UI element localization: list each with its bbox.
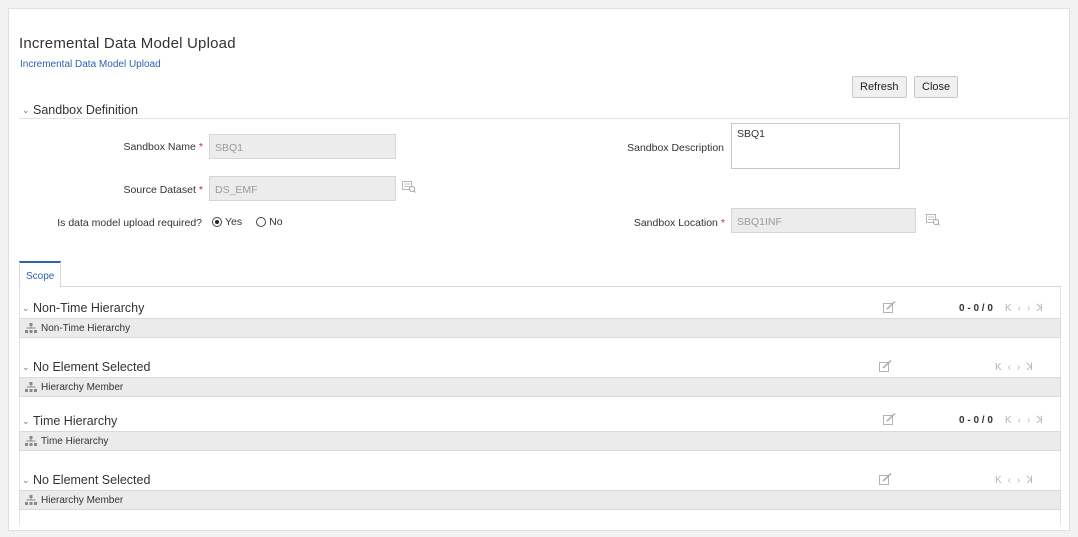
required-marker: * [198,141,203,153]
page-count: 0 - 0 / 0 [959,415,993,426]
non-time-hierarchy-header[interactable]: ⌄ Non-Time Hierarchy [22,301,144,315]
last-page-icon[interactable]: ꓘ [1026,475,1033,486]
first-page-icon[interactable]: K [995,362,1002,373]
required-marker: * [720,217,725,229]
row-label: Non-Time Hierarchy [41,322,131,334]
yes-radio[interactable] [212,217,222,227]
source-dataset-label: Source Dataset * [69,184,203,196]
no-element-selected-header[interactable]: ⌄ No Element Selected [22,360,150,374]
chevron-down-icon: ⌄ [22,104,30,115]
divider [19,118,1069,119]
section-title: Sandbox Definition [33,103,138,117]
page-title: Incremental Data Model Upload [19,35,236,52]
hierarchy-tree-icon [25,495,37,505]
lookup-icon[interactable] [926,214,940,226]
row-label: Time Hierarchy [41,435,109,447]
sandbox-location-field[interactable]: SBQ1INF [731,208,916,233]
first-page-icon[interactable]: K [1005,303,1012,314]
next-page-icon[interactable]: › [1017,475,1020,486]
hierarchy-row[interactable]: Time Hierarchy [19,431,1061,451]
next-page-icon[interactable]: › [1027,415,1030,426]
chevron-down-icon: ⌄ [22,415,30,426]
hierarchy-tree-icon [25,323,37,333]
first-page-icon[interactable]: K [1005,415,1012,426]
first-page-icon[interactable]: K [995,475,1002,486]
last-page-icon[interactable]: ꓘ [1026,362,1033,373]
hierarchy-row[interactable]: Hierarchy Member [19,377,1061,397]
lookup-icon[interactable] [402,181,416,193]
time-hierarchy-header[interactable]: ⌄ Time Hierarchy [22,414,117,428]
chevron-down-icon: ⌄ [22,361,30,372]
edit-icon[interactable] [879,473,892,485]
main-panel: Incremental Data Model Upload Incrementa… [8,8,1070,531]
hierarchy-title: Non-Time Hierarchy [33,301,145,315]
prev-page-icon[interactable]: ‹ [1018,303,1021,314]
row-label: Hierarchy Member [41,494,124,506]
sandbox-description-label: Sandbox Description [627,142,724,154]
hierarchy-title: No Element Selected [33,473,151,487]
hierarchy-title: No Element Selected [33,360,151,374]
source-dataset-field[interactable]: DS_EMF [209,176,396,201]
label-text: Source Dataset [123,184,196,196]
no-radio-label: No [269,216,283,228]
hierarchy-row[interactable]: Hierarchy Member [19,490,1061,510]
sandbox-location-label: Sandbox Location * [599,217,725,229]
pagination: 0 - 0 / 0 K ‹ › ꓘ [959,415,1043,426]
chevron-down-icon: ⌄ [22,474,30,485]
next-page-icon[interactable]: › [1017,362,1020,373]
upload-required-label: Is data model upload required? [57,217,202,229]
breadcrumb[interactable]: Incremental Data Model Upload [20,59,161,70]
prev-page-icon[interactable]: ‹ [1018,415,1021,426]
last-page-icon[interactable]: ꓘ [1036,415,1043,426]
label-text: Sandbox Name [123,141,196,153]
sandbox-description-field[interactable]: SBQ1 [731,123,900,169]
chevron-down-icon: ⌄ [22,302,30,313]
sandbox-name-label: Sandbox Name * [69,141,203,153]
edit-icon[interactable] [883,301,896,313]
refresh-button[interactable]: Refresh [852,76,907,98]
hierarchy-title: Time Hierarchy [33,414,118,428]
no-radio[interactable] [256,217,267,227]
yes-radio-label: Yes [225,216,243,228]
pagination: 0 - 0 / 0 K ‹ › ꓘ [959,303,1043,314]
next-page-icon[interactable]: › [1027,303,1030,314]
pagination: K ‹ › ꓘ [989,475,1033,486]
sandbox-definition-header[interactable]: ⌄ Sandbox Definition [22,103,138,117]
hierarchy-tree-icon [25,382,37,392]
hierarchy-tree-icon [25,436,37,446]
last-page-icon[interactable]: ꓘ [1036,303,1043,314]
row-label: Hierarchy Member [41,381,124,393]
edit-icon[interactable] [879,360,892,372]
label-text: Sandbox Location [633,217,718,229]
upload-required-radio-group: Yes No [212,216,297,228]
page-count: 0 - 0 / 0 [959,303,993,314]
required-marker: * [198,184,203,196]
tab-bar: Scope [19,261,1061,288]
close-button[interactable]: Close [914,76,959,98]
prev-page-icon[interactable]: ‹ [1008,362,1011,373]
pagination: K ‹ › ꓘ [989,362,1033,373]
no-element-selected-header[interactable]: ⌄ No Element Selected [22,473,150,487]
hierarchy-row[interactable]: Non-Time Hierarchy [19,318,1061,338]
prev-page-icon[interactable]: ‹ [1008,475,1011,486]
tab-scope[interactable]: Scope [19,261,62,288]
edit-icon[interactable] [883,413,896,425]
sandbox-name-field[interactable]: SBQ1 [209,134,396,159]
